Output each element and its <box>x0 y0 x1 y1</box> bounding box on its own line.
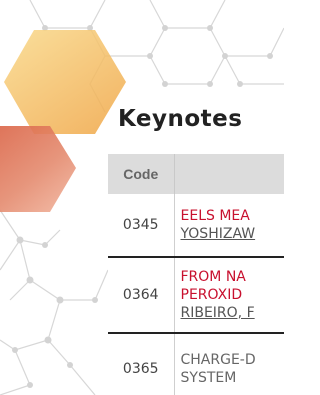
red-hexagon-decoration <box>0 126 76 212</box>
table-row: 0364 FROM NA PEROXID RIBEIRO, F <box>108 257 285 334</box>
talk-info-cell: EELS MEA YOSHIZAW <box>174 194 285 258</box>
column-header-title <box>174 154 284 194</box>
talk-code: 0365 <box>108 333 175 395</box>
table-header-row: Code <box>108 154 284 194</box>
author-link[interactable]: YOSHIZAW <box>181 225 285 243</box>
table-row: 0345 EELS MEA YOSHIZAW <box>108 194 285 258</box>
keynotes-table-container: Code 0345 EELS MEA YOSHIZAW 0364 FROM NA… <box>108 154 284 395</box>
column-header-code: Code <box>108 154 175 194</box>
author-link[interactable]: RIBEIRO, F <box>181 304 285 322</box>
talk-info-cell: CHARGE-D SYSTEM <box>174 333 284 395</box>
talk-info-cell: FROM NA PEROXID RIBEIRO, F <box>174 257 285 334</box>
yellow-hexagon-decoration <box>4 30 126 134</box>
talk-title-link[interactable]: FROM NA <box>181 268 285 286</box>
keynotes-table: Code 0345 EELS MEA YOSHIZAW 0364 FROM NA… <box>108 154 284 395</box>
talk-title-link[interactable]: PEROXID <box>181 286 285 304</box>
page-title: Keynotes <box>118 106 243 132</box>
talk-title-link[interactable]: EELS MEA <box>181 207 285 225</box>
talk-title: SYSTEM <box>180 370 237 386</box>
talk-code: 0345 <box>108 194 175 258</box>
talk-code: 0364 <box>108 257 175 334</box>
table-row: 0365 CHARGE-D SYSTEM <box>108 333 284 395</box>
talk-title: CHARGE-D <box>180 352 256 368</box>
